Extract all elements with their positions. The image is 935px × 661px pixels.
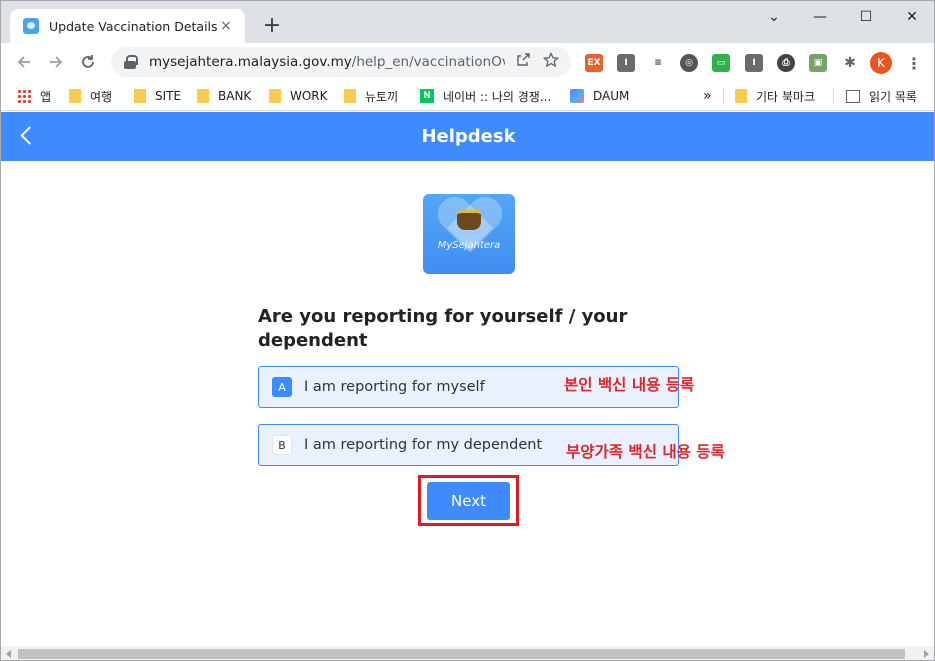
- annotation-option-a: 본인 백신 내용 등록: [564, 376, 695, 394]
- folder-icon: [344, 89, 356, 103]
- new-tab-plus-icon[interactable]: +: [260, 14, 284, 38]
- bookmark-folder-bank[interactable]: BANK: [197, 86, 251, 106]
- next-button[interactable]: Next: [427, 482, 510, 520]
- extension-i-icon[interactable]: I: [617, 54, 635, 72]
- coat-of-arms-icon: [457, 210, 481, 230]
- helpdesk-header: Helpdesk: [1, 112, 934, 161]
- option-key-b: B: [272, 435, 292, 455]
- extension-reel-icon[interactable]: ◎: [680, 54, 698, 72]
- extension-printer-icon[interactable]: ⎙: [777, 54, 795, 72]
- maximize-icon[interactable]: ☐: [843, 1, 889, 33]
- daum-icon: [570, 89, 584, 103]
- folder-icon: [134, 89, 146, 103]
- bookmark-naver[interactable]: N 네이버 :: 나의 경쟁...: [420, 86, 551, 106]
- tab-update-vaccination[interactable]: Update Vaccination Details ×: [10, 9, 245, 43]
- option-key-a: A: [272, 377, 292, 397]
- extension-screen-icon[interactable]: ▭: [712, 54, 730, 72]
- bookmark-apps[interactable]: 앱: [17, 86, 51, 106]
- heart-icon: [437, 198, 501, 262]
- browser-window: Update Vaccination Details × + ⌄ — ☐ ✕ m…: [0, 0, 935, 661]
- extension-lines-icon[interactable]: ≡: [649, 54, 667, 72]
- lock-icon: [123, 55, 138, 69]
- page-title: Helpdesk: [421, 126, 516, 147]
- tab-strip: Update Vaccination Details × + ⌄ — ☐ ✕: [1, 1, 934, 43]
- option-label: I am reporting for myself: [304, 379, 485, 395]
- profile-avatar[interactable]: K: [870, 52, 892, 74]
- apps-grid-icon: [17, 89, 31, 103]
- logo-text: MySejahtera: [437, 240, 501, 251]
- browser-menu-icon[interactable]: ⋮: [906, 52, 922, 74]
- extensions-puzzle-icon[interactable]: ✱: [841, 54, 859, 72]
- window-close-icon[interactable]: ✕: [889, 1, 934, 33]
- bookmarks-divider: [833, 88, 834, 104]
- folder-icon: [735, 89, 747, 103]
- scroll-left-icon[interactable]: [6, 650, 11, 658]
- bookmark-folder-travel[interactable]: 여행: [69, 86, 112, 106]
- scrollbar-thumb[interactable]: [18, 649, 905, 659]
- reload-icon[interactable]: [75, 49, 101, 75]
- minimize-icon[interactable]: —: [797, 1, 843, 33]
- folder-icon: [69, 89, 81, 103]
- bookmark-folder-newtoki[interactable]: 뉴토끼: [344, 86, 398, 106]
- url-text: mysejahtera.malaysia.gov.my/help_en/vacc…: [149, 54, 505, 70]
- extension-ex-icon[interactable]: EX: [585, 54, 603, 72]
- bookmarks-overflow-icon[interactable]: »: [703, 86, 712, 106]
- extension-i2-icon[interactable]: I: [745, 54, 763, 72]
- folder-icon: [269, 89, 281, 103]
- mysejahtera-logo: MySejahtera: [423, 194, 515, 274]
- bookmark-other-folder[interactable]: 기타 북마크: [735, 86, 815, 106]
- forward-icon[interactable]: [43, 49, 69, 75]
- naver-icon: N: [420, 89, 434, 103]
- bookmark-daum[interactable]: DAUM: [570, 86, 629, 106]
- folder-icon: [197, 89, 209, 103]
- address-bar[interactable]: mysejahtera.malaysia.gov.my/help_en/vacc…: [111, 47, 571, 77]
- tab-close-icon[interactable]: ×: [217, 17, 235, 35]
- back-icon[interactable]: [11, 49, 37, 75]
- tab-search-chevron-icon[interactable]: ⌄: [751, 1, 797, 33]
- question-heading: Are you reporting for yourself / your de…: [258, 306, 628, 351]
- tab-title: Update Vaccination Details: [49, 18, 217, 34]
- page-content: Helpdesk MySejahtera Are you reporting f…: [1, 112, 934, 646]
- reading-list-icon: [846, 89, 860, 103]
- bookmarks-bar: 앱 여행 SITE BANK WORK 뉴토끼 N 네이버 :: 나의 경쟁..…: [1, 81, 934, 111]
- browser-toolbar: mysejahtera.malaysia.gov.my/help_en/vacc…: [1, 43, 934, 81]
- extension-image-icon[interactable]: ▣: [809, 54, 827, 72]
- share-icon[interactable]: [513, 53, 533, 71]
- horizontal-scrollbar[interactable]: [1, 646, 934, 660]
- option-label: I am reporting for my dependent: [304, 437, 543, 453]
- bookmark-folder-site[interactable]: SITE: [134, 86, 181, 106]
- scroll-right-icon[interactable]: [924, 650, 929, 658]
- bookmark-folder-work[interactable]: WORK: [269, 86, 328, 106]
- mysejahtera-favicon-icon: [23, 18, 39, 34]
- annotation-option-b: 부양가족 백신 내용 등록: [566, 443, 725, 461]
- bookmark-star-icon[interactable]: [541, 51, 561, 72]
- bookmarks-divider: [723, 88, 724, 104]
- reading-list[interactable]: 읽기 목록: [846, 86, 917, 106]
